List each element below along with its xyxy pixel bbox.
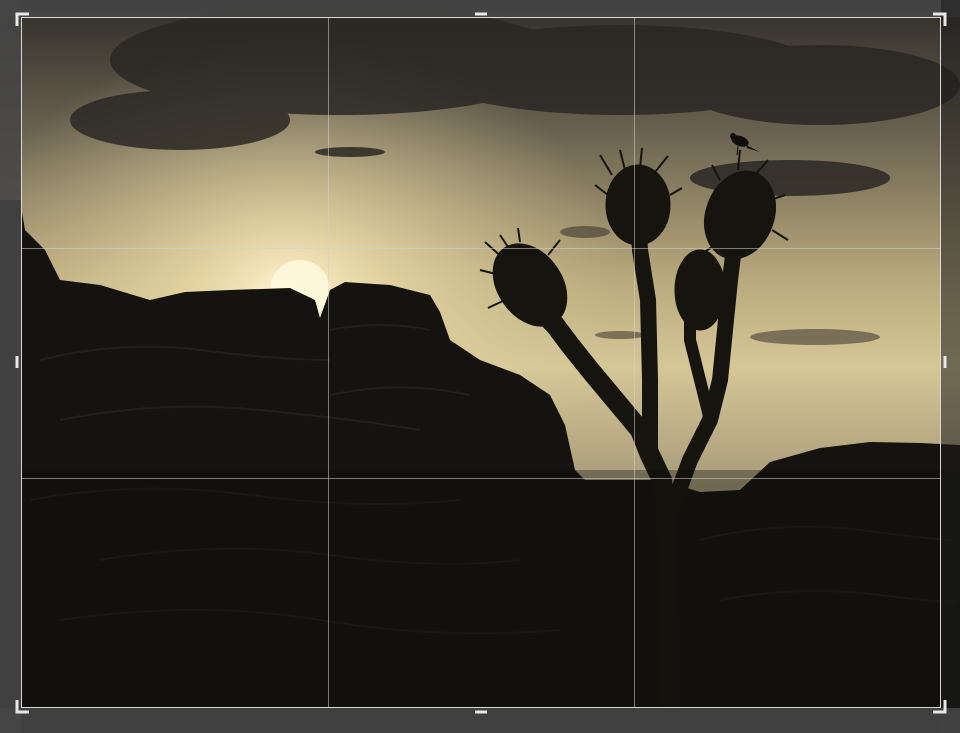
foreground-shadow [0, 470, 960, 733]
canvas-workspace [0, 0, 960, 733]
photo-canvas [0, 0, 960, 733]
